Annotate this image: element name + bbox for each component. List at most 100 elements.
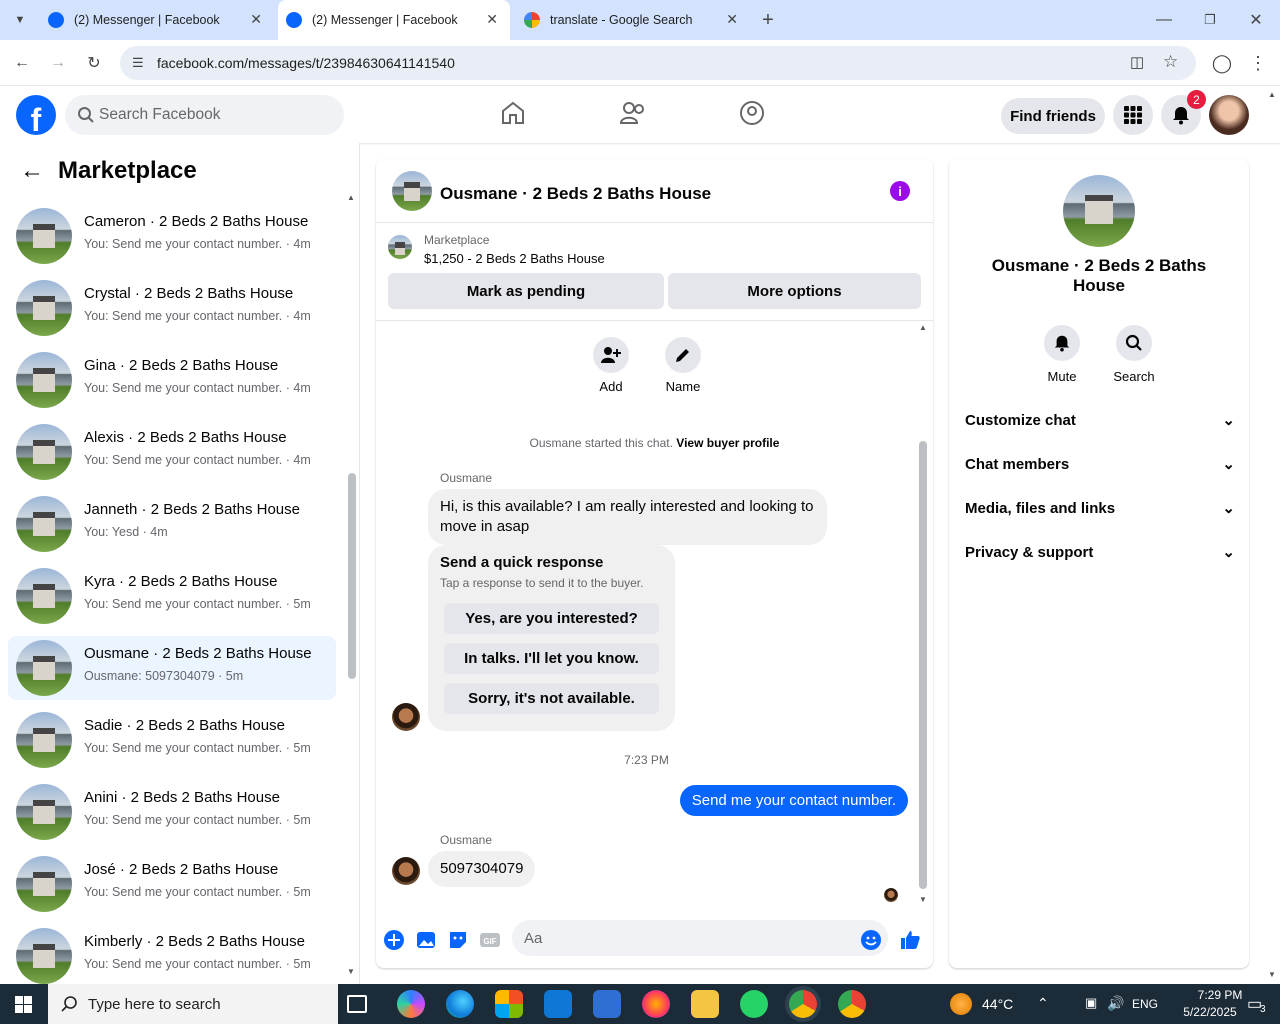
conversation-item[interactable]: Crystal · 2 Beds 2 Baths House You: Send … <box>8 276 336 340</box>
conversation-item[interactable]: Gina · 2 Beds 2 Baths House You: Send me … <box>8 348 336 412</box>
address-bar[interactable]: ☰ facebook.com/messages/t/23984630641141… <box>120 46 1196 80</box>
page-scroll-down-icon[interactable]: ▼ <box>1268 970 1276 979</box>
microsoft-store-icon[interactable] <box>495 990 523 1018</box>
view-buyer-profile-link[interactable]: View buyer profile <box>676 436 779 450</box>
facebook-search-input[interactable]: Search Facebook <box>65 95 344 135</box>
minimize-icon[interactable]: — <box>1151 7 1177 33</box>
chat-members-section[interactable]: Chat members ⌄ <box>965 446 1235 482</box>
marketplace-listing-card: Marketplace $1,250 - 2 Beds 2 Baths Hous… <box>376 223 933 321</box>
plus-circle-icon[interactable] <box>382 928 406 952</box>
incoming-message[interactable]: 5097304079 <box>428 851 536 887</box>
home-icon[interactable] <box>500 100 526 126</box>
edge-icon[interactable] <box>446 990 474 1018</box>
tab-list-icon[interactable]: ▼ <box>7 7 33 33</box>
file-explorer-icon[interactable] <box>691 990 719 1018</box>
account-avatar[interactable] <box>1209 95 1249 135</box>
language-indicator[interactable]: ENG <box>1132 997 1158 1011</box>
search-in-chat-button[interactable]: Search <box>1104 325 1164 384</box>
url-text[interactable]: facebook.com/messages/t/2398463064114154… <box>157 55 455 71</box>
chrome-icon[interactable] <box>789 990 817 1018</box>
windows-start-icon[interactable] <box>15 996 32 1013</box>
conversation-thumbnail <box>16 640 72 696</box>
conversation-item[interactable]: Cameron · 2 Beds 2 Baths House You: Send … <box>8 204 336 268</box>
back-arrow-icon[interactable]: ← <box>20 157 44 185</box>
scrollbar-thumb[interactable] <box>348 473 356 679</box>
close-tab-icon[interactable]: ✕ <box>726 11 738 28</box>
privacy-support-section[interactable]: Privacy & support ⌄ <box>965 534 1235 570</box>
friends-icon[interactable] <box>619 100 647 126</box>
thumbs-up-icon[interactable] <box>898 928 922 952</box>
sticker-icon[interactable] <box>446 928 470 952</box>
conversation-item[interactable]: Ousmane · 2 Beds 2 Baths House Ousmane: 5… <box>8 636 336 700</box>
chat-details-avatar[interactable] <box>1063 175 1135 247</box>
info-icon[interactable]: i <box>890 181 910 201</box>
mail-icon[interactable] <box>544 990 572 1018</box>
photo-icon[interactable] <box>414 928 438 952</box>
menu-grid-icon[interactable] <box>1113 95 1153 135</box>
sender-avatar[interactable] <box>392 703 420 731</box>
conversation-item[interactable]: Kyra · 2 Beds 2 Baths House You: Send me … <box>8 564 336 628</box>
add-people-button[interactable]: Add <box>581 337 641 394</box>
clock-date[interactable]: 5/22/2025 <box>1170 1005 1250 1019</box>
browser-tab-active[interactable]: (2) Messenger | Facebook ✕ <box>278 0 510 40</box>
conversation-item[interactable]: Sadie · 2 Beds 2 Baths House You: Send me… <box>8 708 336 772</box>
temperature[interactable]: 44°C <box>982 996 1013 1012</box>
close-window-icon[interactable]: ✕ <box>1243 7 1269 33</box>
bookmark-star-icon[interactable]: ☆ <box>1163 52 1178 72</box>
site-info-icon[interactable]: ☰ <box>132 55 144 71</box>
browser-tab[interactable]: translate - Google Search ✕ <box>516 0 750 40</box>
news-icon[interactable] <box>593 990 621 1018</box>
message-input[interactable]: Aa <box>512 920 888 956</box>
conversation-item[interactable]: Kimberly · 2 Beds 2 Baths House You: Send… <box>8 924 336 984</box>
page-scroll-up-icon[interactable]: ▲ <box>1268 90 1276 99</box>
chat-avatar[interactable] <box>392 171 432 211</box>
chat-title[interactable]: Ousmane · 2 Beds 2 Baths House <box>440 184 711 204</box>
clock-time[interactable]: 7:29 PM <box>1190 988 1250 1002</box>
restore-icon[interactable]: ❐ <box>1197 7 1223 33</box>
forward-icon[interactable]: → <box>45 50 71 76</box>
outgoing-message[interactable]: Send me your contact number. <box>679 785 908 816</box>
listing-price-title[interactable]: $1,250 - 2 Beds 2 Baths House <box>424 251 605 266</box>
menu-kebab-icon[interactable]: ⋮ <box>1245 50 1271 76</box>
taskbar-search-input[interactable]: Type here to search <box>48 984 338 1024</box>
media-files-links-section[interactable]: Media, files and links ⌄ <box>965 490 1235 526</box>
back-icon[interactable]: ← <box>9 50 35 76</box>
quick-reply-button[interactable]: Sorry, it's not available. <box>444 683 659 714</box>
incoming-message[interactable]: Hi, is this available? I am really inter… <box>428 489 827 545</box>
conversation-item[interactable]: Alexis · 2 Beds 2 Baths House You: Send m… <box>8 420 336 484</box>
emoji-icon[interactable] <box>859 928 883 952</box>
copilot-icon[interactable] <box>397 990 425 1018</box>
show-hidden-icons-icon[interactable]: ⌃ <box>1037 995 1049 1012</box>
profile-icon[interactable]: ◯ <box>1209 50 1235 76</box>
facebook-logo[interactable]: f <box>16 95 56 135</box>
task-view-icon[interactable] <box>347 995 367 1013</box>
mark-as-pending-button[interactable]: Mark as pending <box>388 273 664 309</box>
quick-reply-button[interactable]: Yes, are you interested? <box>444 603 659 634</box>
chat-scrollbar-thumb[interactable] <box>919 441 927 889</box>
network-icon[interactable]: ▣ <box>1085 995 1097 1011</box>
listing-thumbnail[interactable] <box>388 235 412 259</box>
new-tab-icon[interactable]: + <box>755 7 781 33</box>
browser-tab[interactable]: (2) Messenger | Facebook ✕ <box>40 0 274 40</box>
chrome-profile-icon[interactable] <box>838 990 866 1018</box>
conversation-item[interactable]: José · 2 Beds 2 Baths House You: Send me … <box>8 852 336 916</box>
close-tab-icon[interactable]: ✕ <box>486 11 498 28</box>
close-tab-icon[interactable]: ✕ <box>250 11 262 28</box>
conversation-item[interactable]: Anini · 2 Beds 2 Baths House You: Send me… <box>8 780 336 844</box>
gif-icon[interactable]: GIF <box>478 928 502 952</box>
customize-chat-section[interactable]: Customize chat ⌄ <box>965 402 1235 438</box>
find-friends-button[interactable]: Find friends <box>1001 98 1105 134</box>
name-chat-button[interactable]: Name <box>653 337 713 394</box>
install-app-icon[interactable]: ◫ <box>1130 53 1144 71</box>
sender-avatar[interactable] <box>392 857 420 885</box>
mute-button[interactable]: Mute <box>1032 325 1092 384</box>
quick-reply-button[interactable]: In talks. I'll let you know. <box>444 643 659 674</box>
groups-icon[interactable] <box>739 100 765 126</box>
weather-icon[interactable] <box>950 993 972 1015</box>
more-options-button[interactable]: More options <box>668 273 921 309</box>
reload-icon[interactable]: ↻ <box>81 50 107 76</box>
whatsapp-icon[interactable] <box>740 990 768 1018</box>
volume-icon[interactable]: 🔊 <box>1107 995 1124 1012</box>
firefox-icon[interactable] <box>642 990 670 1018</box>
conversation-item[interactable]: Janneth · 2 Beds 2 Baths House You: Yesd … <box>8 492 336 556</box>
